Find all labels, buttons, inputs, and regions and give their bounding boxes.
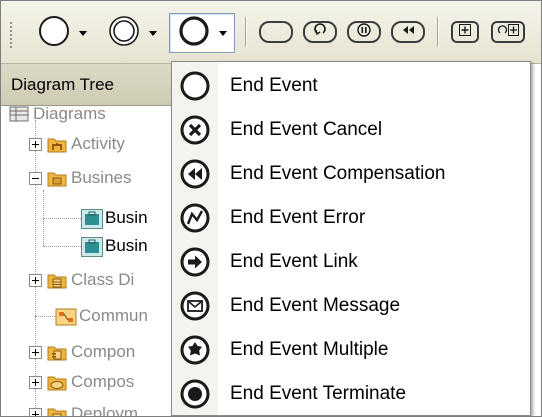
menu-item-label: End Event Error (230, 207, 366, 228)
tree-item-activity[interactable]: Activity (29, 130, 125, 158)
expand-icon[interactable] (29, 375, 42, 389)
chevron-down-icon (149, 30, 157, 36)
diagram-tree-header: Diagram Tree (1, 64, 179, 106)
menu-item-end-event-error[interactable]: End Event Error (172, 196, 530, 240)
end-event-terminate-icon (172, 378, 218, 410)
toolbar (1, 1, 541, 64)
composite-folder-icon (47, 373, 67, 391)
chevron-down-icon (79, 30, 87, 36)
end-event-plain-dropdown[interactable] (27, 13, 97, 53)
diagram-tree-title: Diagram Tree (11, 74, 114, 94)
parallel-task-button[interactable] (347, 21, 381, 43)
end-event-icon (172, 70, 218, 102)
loop-rounded-rect-icon (313, 22, 327, 42)
menu-item-end-event-compensation[interactable]: End Event Compensation (172, 152, 530, 196)
business-folder-icon (47, 169, 67, 187)
class-folder-icon (47, 271, 67, 289)
expand-icon[interactable] (29, 137, 42, 151)
intermediate-event-dropdown[interactable] (99, 13, 165, 53)
double-circle-icon (107, 14, 141, 53)
loop-task-button[interactable] (303, 21, 337, 43)
tree-connector (35, 316, 55, 317)
component-folder-icon (47, 343, 67, 361)
menu-item-label: End Event Multiple (230, 339, 389, 360)
tree-connector (43, 246, 81, 247)
circle-thin-icon (37, 14, 71, 53)
diagram-tree[interactable]: Diagrams Activity Busines Busin Busin Cl… (1, 106, 179, 416)
loop-plus-square-icon (497, 23, 519, 41)
toolbar-separator (245, 17, 246, 47)
menu-item-label: End Event Terminate (230, 383, 407, 404)
end-event-menu: End Event End Event Cancel End Event Com… (171, 61, 531, 416)
circle-thick-icon (177, 14, 211, 53)
deployment-folder-icon (47, 405, 67, 416)
tree-item-diagrams[interactable]: Diagrams (9, 106, 106, 128)
tree-item-component[interactable]: Compon (29, 338, 135, 366)
expand-icon[interactable] (29, 407, 42, 416)
menu-item-end-event-multiple[interactable]: End Event Multiple (172, 328, 530, 372)
end-event-multiple-icon (172, 334, 218, 366)
menu-item-label: End Event Link (230, 251, 358, 272)
end-event-dropdown[interactable] (169, 13, 235, 53)
end-event-error-icon (172, 202, 218, 234)
menu-item-label: End Event Cancel (230, 119, 383, 140)
collapse-icon[interactable] (29, 171, 42, 185)
tree-item-communication[interactable]: Commun (55, 302, 148, 330)
menu-item-end-event[interactable]: End Event (172, 64, 530, 108)
toolbar-grip[interactable] (9, 21, 13, 49)
menu-item-end-event-terminate[interactable]: End Event Terminate (172, 372, 530, 416)
compensation-task-button[interactable] (391, 21, 425, 43)
task-button[interactable] (259, 21, 293, 43)
tree-item-business-diagram[interactable]: Busin (81, 232, 148, 260)
communication-icon (55, 307, 77, 326)
tree-item-composite[interactable]: Compos (29, 368, 134, 396)
tree-item-business[interactable]: Busines (29, 164, 131, 192)
subprocess-button[interactable] (451, 21, 479, 43)
menu-item-end-event-cancel[interactable]: End Event Cancel (172, 108, 530, 152)
pause-rounded-rect-icon (357, 22, 371, 42)
expand-icon[interactable] (29, 345, 42, 359)
end-event-link-icon (172, 246, 218, 278)
business-diagram-icon (81, 237, 103, 257)
application-window: Diagram Tree Diagrams Activity Busines B… (0, 0, 542, 417)
business-diagram-icon (81, 209, 103, 229)
tree-item-class-diagram[interactable]: Class Di (29, 266, 134, 294)
tree-item-deployment[interactable]: Deploym (29, 400, 138, 416)
menu-item-label: End Event Compensation (230, 163, 446, 184)
activity-folder-icon (47, 135, 67, 153)
toolbar-separator (437, 17, 438, 47)
chevron-down-icon (219, 30, 227, 36)
expand-icon[interactable] (29, 273, 42, 287)
rewind-rounded-rect-icon (400, 23, 416, 42)
tree-item-business-diagram[interactable]: Busin (81, 204, 148, 232)
plus-square-icon (459, 23, 471, 41)
end-event-compensation-icon (172, 158, 218, 190)
adhoc-subprocess-button[interactable] (491, 21, 525, 43)
diagrams-icon (9, 106, 29, 123)
tree-connector (43, 218, 81, 219)
menu-item-end-event-link[interactable]: End Event Link (172, 240, 530, 284)
menu-item-label: End Event (230, 75, 318, 96)
menu-item-end-event-message[interactable]: End Event Message (172, 284, 530, 328)
end-event-message-icon (172, 290, 218, 322)
end-event-cancel-icon (172, 114, 218, 146)
menu-item-label: End Event Message (230, 295, 401, 316)
